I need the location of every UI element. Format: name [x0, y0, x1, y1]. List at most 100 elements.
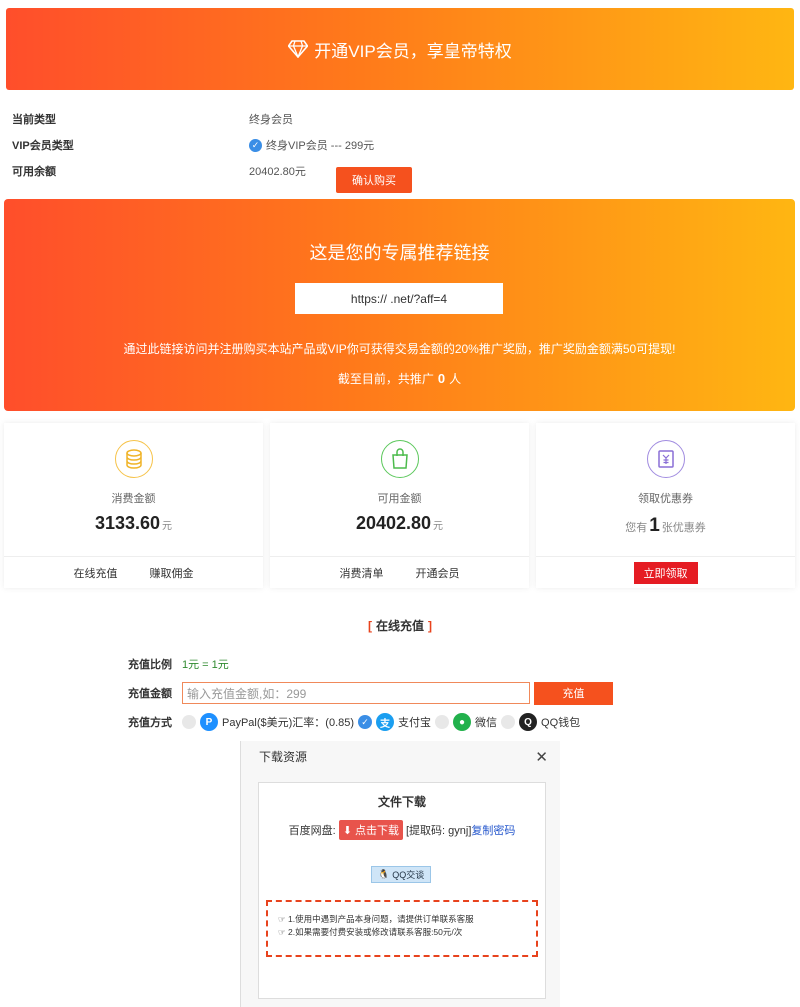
- wechat-radio[interactable]: [435, 715, 450, 729]
- qq-wallet-option[interactable]: Q QQ钱包: [501, 713, 580, 731]
- earn-commission-link[interactable]: 赚取佣金: [150, 565, 194, 581]
- close-icon[interactable]: ✕: [535, 748, 548, 766]
- dialog-header: 下载资源 ✕: [241, 741, 560, 772]
- bracket-right: ]: [428, 619, 432, 633]
- coupon-card-footer: 立即领取: [536, 556, 795, 588]
- stat-cards: 消费金额 3133.60 元 在线充值 赚取佣金 可用金额 20402.80 元 消…: [4, 423, 795, 588]
- thumb-icon: ☞: [278, 914, 288, 924]
- wechat-icon: ●: [453, 713, 472, 731]
- qq-icon: Q: [519, 713, 538, 731]
- coupon-count-value: 1: [649, 515, 660, 536]
- affiliate-count-value: 0: [437, 371, 446, 386]
- diamond-icon: [288, 40, 309, 58]
- wechat-option[interactable]: ● 微信: [435, 713, 497, 731]
- dialog-title: 下载资源: [259, 750, 308, 764]
- vip-type-row[interactable]: VIP会员类型 ✓ 终身VIP会员 --- 299元: [12, 132, 788, 158]
- download-icon: ⬇: [342, 825, 355, 837]
- qq-chat-button[interactable]: 🐧 QQ交谈: [371, 866, 432, 883]
- confirm-buy-button[interactable]: 确认购买: [336, 167, 412, 193]
- coupon-card: 领取优惠券 您有 1 张优惠券 立即领取: [536, 423, 795, 588]
- paypal-label: PayPal($美元)汇率：(0.85): [222, 717, 355, 729]
- download-button[interactable]: ⬇ 点击下载: [338, 820, 403, 840]
- current-type-row: 当前类型 终身会员: [12, 106, 788, 132]
- spent-unit: 元: [162, 521, 173, 532]
- coupon-label: 领取优惠券: [638, 493, 693, 505]
- affiliate-count-suffix: 人: [449, 372, 462, 386]
- coupon-suffix: 张优惠券: [661, 522, 706, 534]
- alipay-radio[interactable]: ✓: [358, 715, 373, 729]
- affiliate-panel: 这是您的专属推荐链接 https:// .net/?aff=4 通过此链接访问并…: [4, 199, 795, 411]
- paypal-radio[interactable]: [182, 715, 196, 729]
- consumption-list-link[interactable]: 消费清单: [340, 565, 384, 581]
- ratio-row: 充值比例 1元 = 1元: [128, 653, 648, 675]
- qq-wallet-label: QQ钱包: [541, 717, 581, 729]
- alipay-label: 支付宝: [398, 717, 432, 729]
- current-type-value: 终身会员: [249, 114, 293, 126]
- recharge-title-text: 在线充值: [375, 619, 424, 633]
- note-1-text: 1.使用中遇到产品本身问题，请提供订单联系客服: [287, 914, 474, 924]
- pan-label: 百度网盘:: [288, 825, 336, 837]
- file-download-title: 文件下载: [377, 795, 426, 809]
- amount-input[interactable]: 输入充值金额,如：299: [182, 682, 530, 704]
- available-label: 可用金额: [377, 493, 422, 505]
- thumb-icon: ☞: [278, 927, 288, 937]
- qq-chat-label: QQ交谈: [392, 870, 425, 880]
- paypal-option[interactable]: P PayPal($美元)汇率：(0.85): [182, 713, 354, 731]
- extract-code: [提取码: gynj]: [405, 825, 472, 837]
- vip-type-label: VIP会员类型: [12, 140, 74, 152]
- spent-amount: 3133.60 元: [4, 513, 263, 534]
- current-type-label: 当前类型: [12, 114, 56, 126]
- alipay-icon: 支: [376, 713, 395, 731]
- spent-card: 消费金额 3133.60 元 在线充值 赚取佣金: [4, 423, 263, 588]
- note-1: ☞ 1.使用中遇到产品本身问题，请提供订单联系客服: [278, 913, 526, 926]
- claim-coupon-button[interactable]: 立即领取: [633, 561, 698, 584]
- shopping-bag-icon: [380, 440, 419, 478]
- amount-label: 充值金额: [128, 688, 172, 700]
- coupon-prefix: 您有: [625, 522, 648, 534]
- spent-label: 消费金额: [111, 493, 156, 505]
- spent-card-footer: 在线充值 赚取佣金: [4, 556, 263, 588]
- copy-password-link[interactable]: 复制密码: [471, 822, 515, 838]
- open-vip-link[interactable]: 开通会员: [416, 565, 460, 581]
- vip-banner: 开通VIP会员，享皇帝特权: [6, 8, 794, 90]
- note-2: ☞ 2.如果需要付费安装或修改请联系客服:50元/次: [278, 926, 526, 939]
- balance-value: 20402.80元: [249, 166, 306, 178]
- baidu-pan-row: 百度网盘: ⬇ 点击下载 [提取码: gynj] 复制密码: [259, 820, 545, 840]
- affiliate-count-prefix: 截至目前，共推广: [337, 372, 434, 386]
- coupon-icon: [646, 440, 685, 478]
- available-card: 可用金额 20402.80 元 消费清单 开通会员: [270, 423, 529, 588]
- online-recharge-link[interactable]: 在线充值: [74, 565, 118, 581]
- bracket-left: [: [367, 619, 372, 633]
- notes-box: ☞ 1.使用中遇到产品本身问题，请提供订单联系客服 ☞ 2.如果需要付费安装或修…: [266, 900, 538, 957]
- available-amount-value: 20402.80: [355, 513, 432, 533]
- ratio-value: 1元 = 1元: [182, 659, 229, 671]
- affiliate-title: 这是您的专属推荐链接: [309, 243, 490, 263]
- available-unit: 元: [433, 521, 444, 532]
- paypal-icon: P: [200, 713, 218, 731]
- available-amount: 20402.80 元: [270, 513, 529, 534]
- coins-icon: [114, 440, 153, 478]
- qq-wallet-radio[interactable]: [501, 715, 516, 729]
- wechat-label: 微信: [475, 717, 498, 729]
- available-card-footer: 消费清单 开通会员: [270, 556, 529, 588]
- recharge-button[interactable]: 充值: [534, 681, 613, 705]
- check-icon[interactable]: ✓: [249, 138, 262, 152]
- recharge-title: [在线充值]: [0, 617, 800, 634]
- affiliate-count: 截至目前，共推广 0 人: [4, 370, 795, 387]
- affiliate-description: 通过此链接访问并注册购买本站产品或VIP你可获得交易金额的20%推广奖励，推广奖…: [123, 342, 676, 356]
- amount-row: 充值金额 输入充值金额,如：299 充值: [128, 681, 648, 705]
- download-dialog: 下载资源 ✕ 文件下载 百度网盘: ⬇ 点击下载 [提取码: gynj] 复制密…: [240, 741, 560, 1007]
- spent-amount-value: 3133.60: [94, 513, 161, 533]
- affiliate-link[interactable]: https:// .net/?aff=4: [295, 283, 503, 314]
- qq-penguin-icon: 🐧: [378, 869, 390, 879]
- alipay-option[interactable]: ✓ 支 支付宝: [358, 713, 431, 731]
- recharge-form: 充值比例 1元 = 1元 充值金额 输入充值金额,如：299 充值 充值方式 P…: [128, 653, 648, 740]
- coupon-count: 您有 1 张优惠券: [536, 515, 795, 537]
- download-button-label: 点击下载: [354, 825, 399, 837]
- dialog-body: 文件下载 百度网盘: ⬇ 点击下载 [提取码: gynj] 复制密码 🐧 QQ交…: [258, 782, 546, 999]
- vip-banner-title: 开通VIP会员，享皇帝特权: [314, 41, 512, 61]
- ratio-label: 充值比例: [128, 659, 172, 671]
- method-label: 充值方式: [128, 717, 172, 729]
- balance-label: 可用余额: [12, 166, 56, 178]
- account-info: 当前类型 终身会员 VIP会员类型 ✓ 终身VIP会员 --- 299元 可用余额…: [12, 106, 788, 193]
